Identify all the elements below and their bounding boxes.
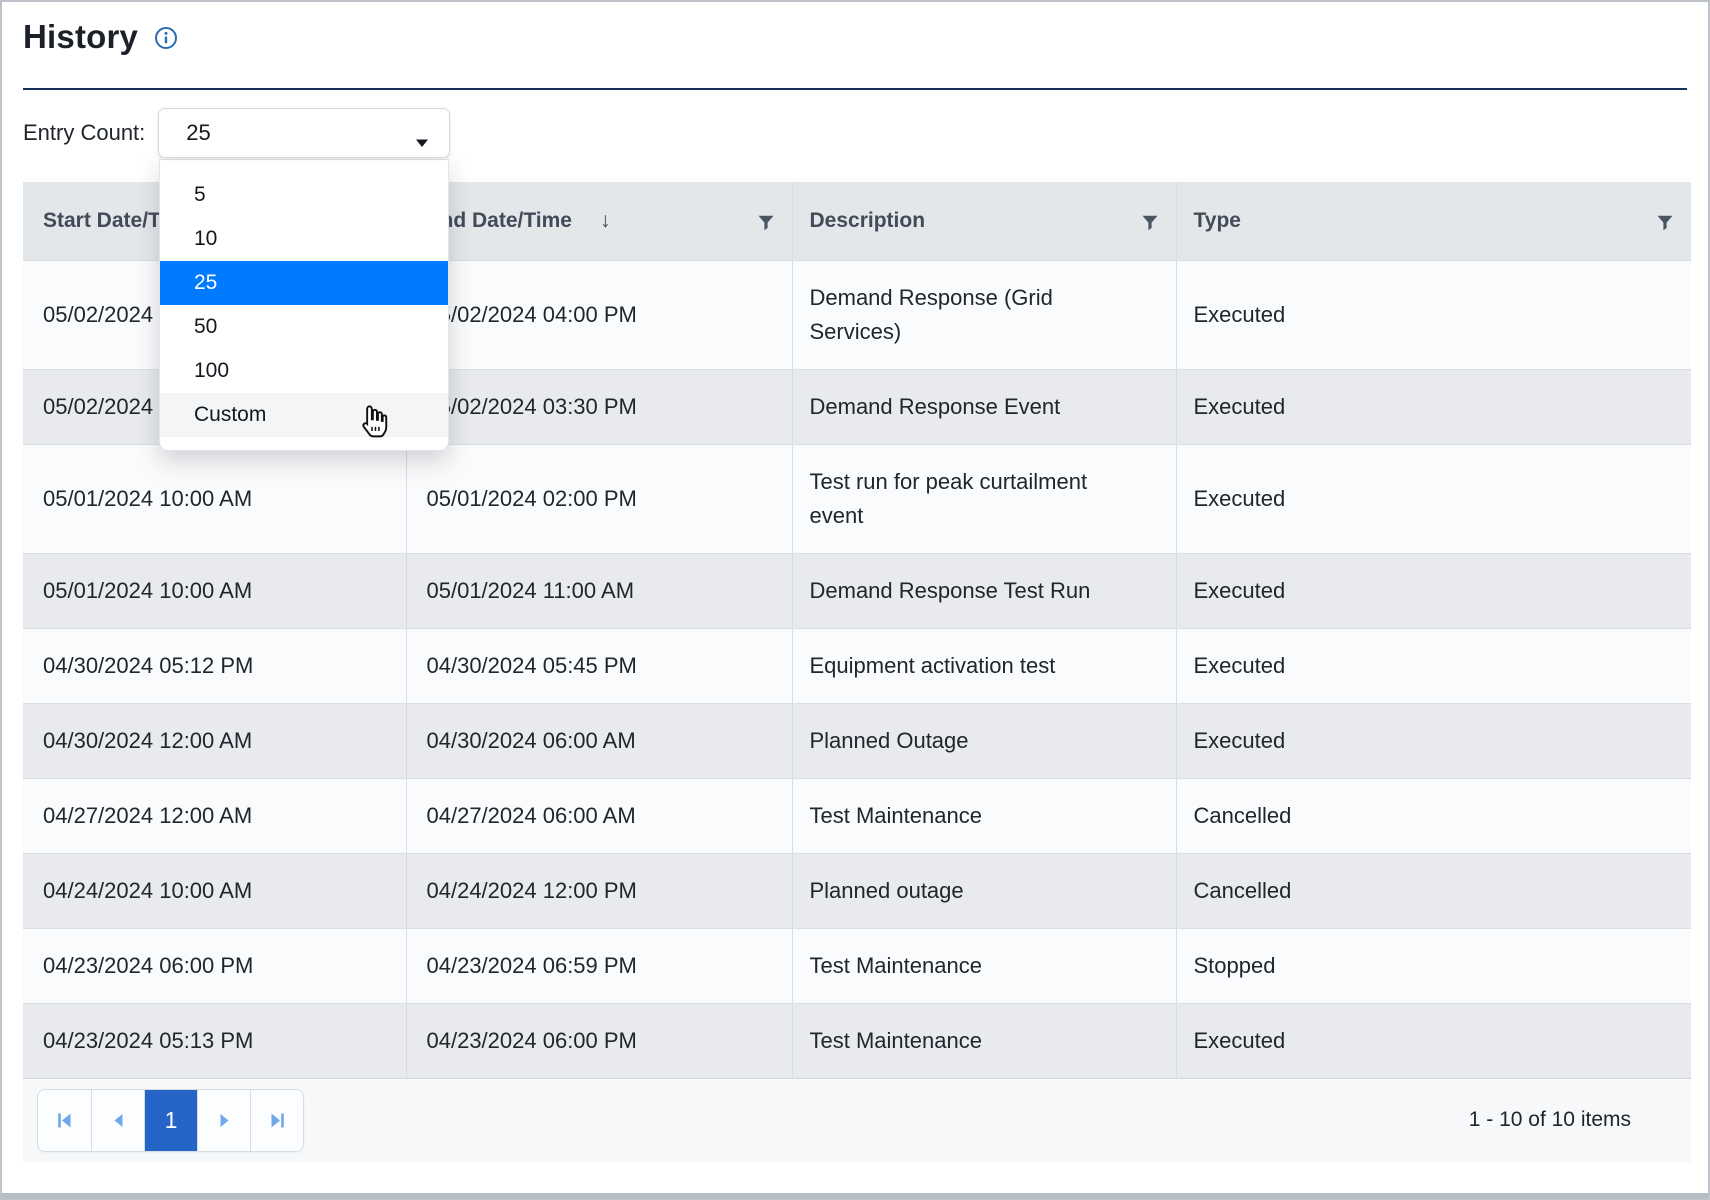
first-page-icon <box>56 1112 73 1129</box>
previous-page-icon <box>110 1112 127 1129</box>
table-row: 05/01/2024 10:00 AM 05/01/2024 02:00 PM … <box>23 444 1691 553</box>
description-cell: Test Maintenance <box>792 778 1176 853</box>
end-date-cell: 04/30/2024 05:45 PM <box>406 628 792 703</box>
start-date-cell: 04/30/2024 05:12 PM <box>23 628 406 703</box>
column-header-description[interactable]: Description <box>792 182 1176 260</box>
dropdown-option-100[interactable]: 100 <box>160 349 448 393</box>
filter-icon[interactable] <box>1657 213 1673 229</box>
table-row: 05/01/2024 10:00 AM 05/01/2024 11:00 AM … <box>23 553 1691 628</box>
pagination-bar: 1 1 - 10 of 10 items <box>23 1078 1691 1162</box>
start-date-cell: 04/30/2024 12:00 AM <box>23 703 406 778</box>
column-header-end-date[interactable]: End Date/Time ↓ <box>406 182 792 260</box>
last-page-button[interactable] <box>250 1090 303 1151</box>
window-bottom-edge <box>2 1191 1708 1198</box>
type-cell: Executed <box>1176 553 1691 628</box>
entry-count-dropdown: 5 10 25 50 100 Custom <box>159 159 449 451</box>
last-page-icon <box>269 1112 286 1129</box>
end-date-cell: 04/24/2024 12:00 PM <box>406 853 792 928</box>
column-label: Type <box>1194 209 1241 233</box>
chevron-down-icon <box>415 128 429 138</box>
header-divider <box>23 88 1687 90</box>
history-page: { "page": { "title": "History" }, "entry… <box>0 0 1710 1200</box>
dropdown-option-25[interactable]: 25 <box>160 261 448 305</box>
start-date-cell: 04/24/2024 10:00 AM <box>23 853 406 928</box>
type-cell: Cancelled <box>1176 853 1691 928</box>
type-cell: Executed <box>1176 444 1691 553</box>
end-date-cell: 04/27/2024 06:00 AM <box>406 778 792 853</box>
description-cell: Planned Outage <box>792 703 1176 778</box>
start-date-cell: 04/23/2024 05:13 PM <box>23 1003 406 1078</box>
table-row: 04/23/2024 05:13 PM 04/23/2024 06:00 PM … <box>23 1003 1691 1078</box>
entry-count-value: 25 <box>186 120 210 146</box>
type-cell: Executed <box>1176 703 1691 778</box>
end-date-cell: 05/01/2024 11:00 AM <box>406 553 792 628</box>
end-date-cell: 05/02/2024 03:30 PM <box>406 369 792 444</box>
start-date-cell: 04/27/2024 12:00 AM <box>23 778 406 853</box>
first-page-button[interactable] <box>38 1090 91 1151</box>
page-header: History <box>23 16 1687 58</box>
start-date-cell: 04/23/2024 06:00 PM <box>23 928 406 1003</box>
type-cell: Cancelled <box>1176 778 1691 853</box>
column-label: Description <box>810 209 926 233</box>
type-cell: Executed <box>1176 260 1691 369</box>
filter-icon[interactable] <box>1142 213 1158 229</box>
entry-count-select[interactable]: 25 <box>158 108 450 158</box>
type-cell: Stopped <box>1176 928 1691 1003</box>
type-cell: Executed <box>1176 1003 1691 1078</box>
type-cell: Executed <box>1176 628 1691 703</box>
entry-count-controls: Entry Count: 25 <box>23 108 1687 158</box>
next-page-button[interactable] <box>197 1090 250 1151</box>
column-header-type[interactable]: Type <box>1176 182 1691 260</box>
table-row: 04/30/2024 12:00 AM 04/30/2024 06:00 AM … <box>23 703 1691 778</box>
filter-icon[interactable] <box>758 213 774 229</box>
start-date-cell: 05/01/2024 10:00 AM <box>23 553 406 628</box>
table-row: 04/23/2024 06:00 PM 04/23/2024 06:59 PM … <box>23 928 1691 1003</box>
sort-descending-icon: ↓ <box>600 209 611 233</box>
page-container: History Entry Count: 25 5 10 25 50 100 C… <box>2 2 1708 1198</box>
dropdown-option-5[interactable]: 5 <box>160 173 448 217</box>
end-date-cell: 05/02/2024 04:00 PM <box>406 260 792 369</box>
start-date-cell: 05/01/2024 10:00 AM <box>23 444 406 553</box>
end-date-cell: 05/01/2024 02:00 PM <box>406 444 792 553</box>
description-cell: Test Maintenance <box>792 928 1176 1003</box>
items-summary: 1 - 10 of 10 items <box>1469 1108 1631 1132</box>
pager-group: 1 <box>37 1089 304 1152</box>
dropdown-option-custom[interactable]: Custom <box>160 393 448 437</box>
description-cell: Test run for peak curtailment event <box>792 444 1176 553</box>
end-date-cell: 04/23/2024 06:00 PM <box>406 1003 792 1078</box>
dropdown-option-50[interactable]: 50 <box>160 305 448 349</box>
description-cell: Equipment activation test <box>792 628 1176 703</box>
end-date-cell: 04/23/2024 06:59 PM <box>406 928 792 1003</box>
description-cell: Demand Response Test Run <box>792 553 1176 628</box>
description-cell: Demand Response (Grid Services) <box>792 260 1176 369</box>
dropdown-option-10[interactable]: 10 <box>160 217 448 261</box>
description-cell: Demand Response Event <box>792 369 1176 444</box>
description-cell: Planned outage <box>792 853 1176 928</box>
info-icon[interactable] <box>154 26 178 50</box>
next-page-icon <box>216 1112 233 1129</box>
end-date-cell: 04/30/2024 06:00 AM <box>406 703 792 778</box>
table-row: 04/24/2024 10:00 AM 04/24/2024 12:00 PM … <box>23 853 1691 928</box>
entry-count-label: Entry Count: <box>23 120 145 146</box>
page-title: History <box>23 18 138 56</box>
table-row: 04/30/2024 05:12 PM 04/30/2024 05:45 PM … <box>23 628 1691 703</box>
table-row: 04/27/2024 12:00 AM 04/27/2024 06:00 AM … <box>23 778 1691 853</box>
page-1-button[interactable]: 1 <box>144 1090 197 1151</box>
previous-page-button[interactable] <box>91 1090 144 1151</box>
type-cell: Executed <box>1176 369 1691 444</box>
description-cell: Test Maintenance <box>792 1003 1176 1078</box>
